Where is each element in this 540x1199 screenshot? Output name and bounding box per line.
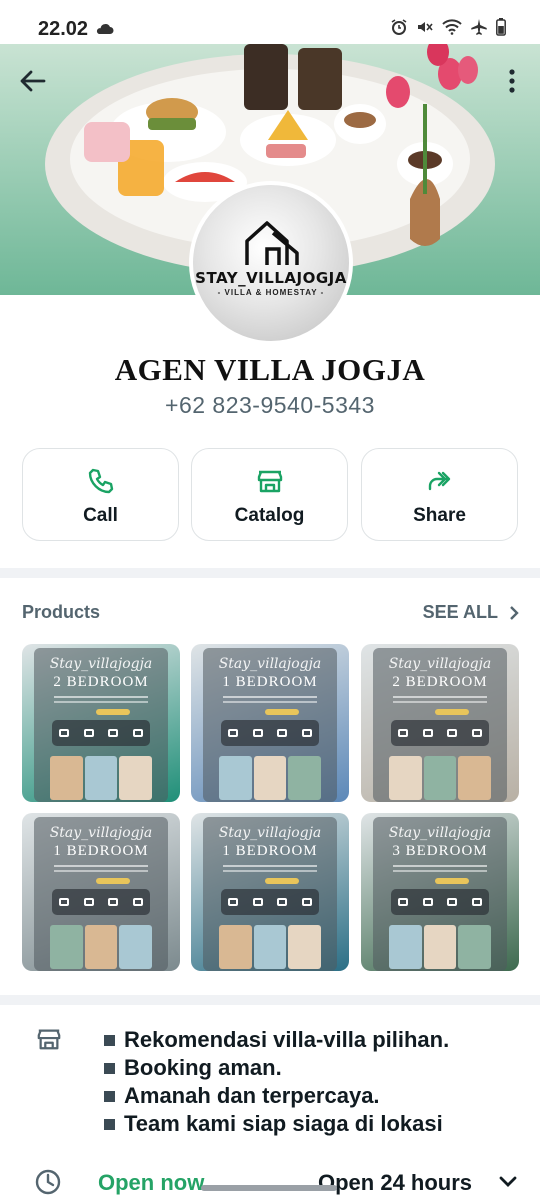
product-brand: Stay_villajogja	[49, 656, 153, 672]
clock-icon	[34, 1168, 62, 1199]
product-card[interactable]: Stay_villajogja 1 BEDROOM	[191, 644, 349, 802]
profile-avatar[interactable]: STAY_VILLAJOGJA - VILLA & HOMESTAY -	[189, 181, 353, 345]
product-overlay: Stay_villajogja 3 BEDROOM	[373, 817, 507, 971]
description-line: Amanah dan terpercaya.	[104, 1082, 449, 1110]
product-amenities	[391, 720, 489, 746]
product-photos	[219, 756, 322, 800]
cloud-icon	[94, 22, 114, 40]
chevron-right-icon	[510, 605, 519, 620]
alarm-icon	[390, 18, 408, 41]
product-brand: Stay_villajogja	[388, 825, 492, 841]
product-photos	[389, 925, 492, 969]
store-icon	[36, 1026, 62, 1057]
product-badge	[435, 709, 469, 715]
product-description-lines	[54, 865, 148, 872]
product-room: 1 BEDROOM	[222, 674, 318, 690]
product-overlay: Stay_villajogja 2 BEDROOM	[34, 648, 168, 802]
product-room: 1 BEDROOM	[222, 843, 318, 859]
see-all-link[interactable]: SEE ALL	[423, 602, 520, 623]
product-card[interactable]: Stay_villajogja 1 BEDROOM	[191, 813, 349, 971]
product-brand: Stay_villajogja	[49, 825, 153, 841]
mute-icon	[416, 18, 434, 41]
open-schedule[interactable]: Open 24 hours	[318, 1170, 472, 1196]
product-overlay: Stay_villajogja 2 BEDROOM	[373, 648, 507, 802]
products-title: Products	[22, 602, 101, 622]
product-brand: Stay_villajogja	[388, 656, 492, 672]
product-photos	[50, 756, 153, 800]
status-icons	[390, 18, 506, 41]
share-button[interactable]: Share	[361, 448, 518, 541]
product-badge	[265, 878, 299, 884]
product-room: 2 BEDROOM	[392, 674, 488, 690]
back-button[interactable]	[14, 62, 52, 100]
chevron-down-icon[interactable]	[497, 1174, 519, 1195]
product-room: 3 BEDROOM	[392, 843, 488, 859]
airplane-icon	[470, 18, 488, 41]
call-button[interactable]: Call	[22, 448, 179, 541]
description-line: Rekomendasi villa-villa pilihan.	[104, 1026, 449, 1054]
product-room: 2 BEDROOM	[53, 674, 149, 690]
product-card[interactable]: Stay_villajogja 2 BEDROOM	[361, 644, 519, 802]
house-logo-icon	[245, 221, 299, 265]
product-badge	[96, 878, 130, 884]
forward-icon	[362, 467, 517, 495]
product-badge	[265, 709, 299, 715]
product-description-lines	[393, 696, 487, 703]
logo-tagline: - VILLA & HOMESTAY -	[217, 288, 325, 297]
phone-icon	[23, 467, 178, 495]
home-indicator[interactable]	[201, 1185, 337, 1191]
product-amenities	[52, 889, 150, 915]
product-card[interactable]: Stay_villajogja 2 BEDROOM	[22, 644, 180, 802]
product-description-lines	[54, 696, 148, 703]
product-card[interactable]: Stay_villajogja 3 BEDROOM	[361, 813, 519, 971]
product-badge	[435, 878, 469, 884]
product-photos	[50, 925, 153, 969]
section-divider	[0, 995, 540, 1005]
product-card[interactable]: Stay_villajogja 1 BEDROOM	[22, 813, 180, 971]
catalog-button[interactable]: Catalog	[191, 448, 348, 541]
business-name: AGEN VILLA JOGJA	[114, 352, 426, 387]
product-brand: Stay_villajogja	[218, 656, 322, 672]
product-overlay: Stay_villajogja 1 BEDROOM	[203, 648, 337, 802]
call-label: Call	[83, 505, 118, 526]
status-time: 22.02	[38, 18, 89, 40]
product-badge	[96, 709, 130, 715]
product-description-lines	[223, 865, 317, 872]
more-options-button[interactable]	[502, 64, 522, 100]
wifi-icon	[442, 19, 462, 40]
product-description-lines	[393, 865, 487, 872]
product-brand: Stay_villajogja	[218, 825, 322, 841]
battery-icon	[496, 18, 506, 41]
store-icon	[192, 467, 347, 495]
see-all-label: SEE ALL	[422, 602, 498, 622]
product-photos	[389, 756, 492, 800]
business-phone[interactable]: +62 823-9540-5343	[0, 392, 540, 419]
product-description-lines	[223, 696, 317, 703]
share-label: Share	[413, 505, 466, 526]
product-photos	[219, 925, 322, 969]
section-divider	[0, 568, 540, 578]
catalog-label: Catalog	[234, 505, 305, 526]
product-amenities	[52, 720, 150, 746]
status-bar: 22.02	[0, 0, 540, 44]
description-line: Team kami siap siaga di lokasi	[104, 1110, 449, 1138]
business-description: Rekomendasi villa-villa pilihan. Booking…	[104, 1026, 449, 1138]
arrow-left-icon	[20, 70, 46, 92]
description-line: Booking aman.	[104, 1054, 449, 1082]
product-amenities	[221, 889, 319, 915]
product-amenities	[391, 889, 489, 915]
product-overlay: Stay_villajogja 1 BEDROOM	[203, 817, 337, 971]
product-overlay: Stay_villajogja 1 BEDROOM	[34, 817, 168, 971]
product-amenities	[221, 720, 319, 746]
product-room: 1 BEDROOM	[53, 843, 149, 859]
open-status: Open now	[98, 1170, 205, 1195]
more-vert-icon	[509, 69, 515, 93]
logo-name: STAY_VILLAJOGJA	[195, 269, 347, 287]
